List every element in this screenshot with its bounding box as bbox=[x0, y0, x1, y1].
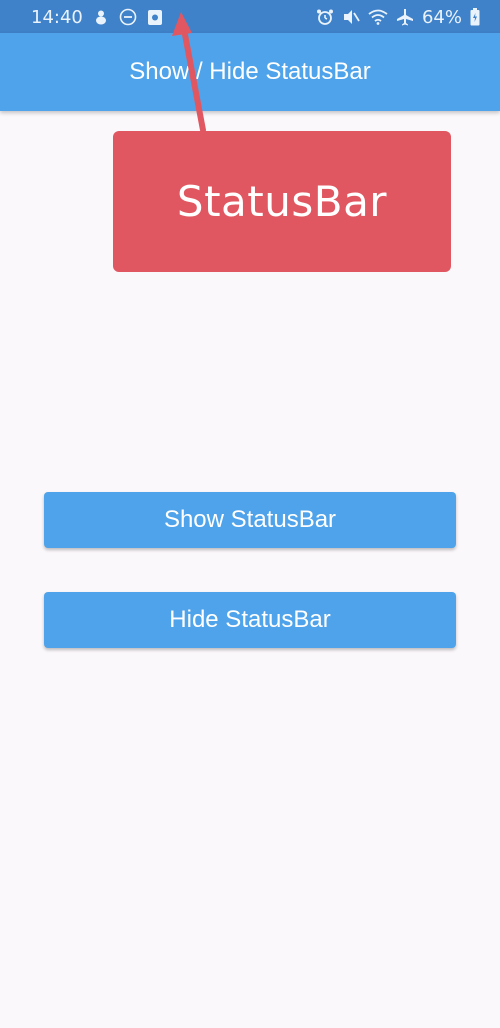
status-time: 14:40 bbox=[31, 6, 83, 28]
show-statusbar-button[interactable]: Show StatusBar bbox=[44, 492, 456, 548]
alarm-icon bbox=[316, 8, 334, 26]
battery-icon bbox=[470, 8, 480, 26]
screenshot-icon bbox=[147, 9, 163, 26]
callout-text: StatusBar bbox=[176, 177, 388, 226]
do-not-disturb-icon bbox=[119, 8, 137, 26]
battery-percent: 64% bbox=[421, 6, 462, 28]
wifi-icon bbox=[368, 9, 388, 25]
mute-icon bbox=[342, 8, 360, 26]
app-bar: Show / Hide StatusBar bbox=[0, 33, 500, 111]
hide-statusbar-button[interactable]: Hide StatusBar bbox=[44, 592, 456, 648]
app-bar-title: Show / Hide StatusBar bbox=[129, 58, 371, 85]
status-bar-right: 64% bbox=[316, 5, 480, 29]
airplane-icon bbox=[396, 8, 414, 26]
status-bar-left: 14:40 bbox=[31, 5, 163, 29]
system-status-bar: 14:40 64% bbox=[0, 0, 500, 33]
statusbar-callout-label: StatusBar bbox=[113, 131, 451, 272]
mascot-icon bbox=[93, 9, 109, 25]
